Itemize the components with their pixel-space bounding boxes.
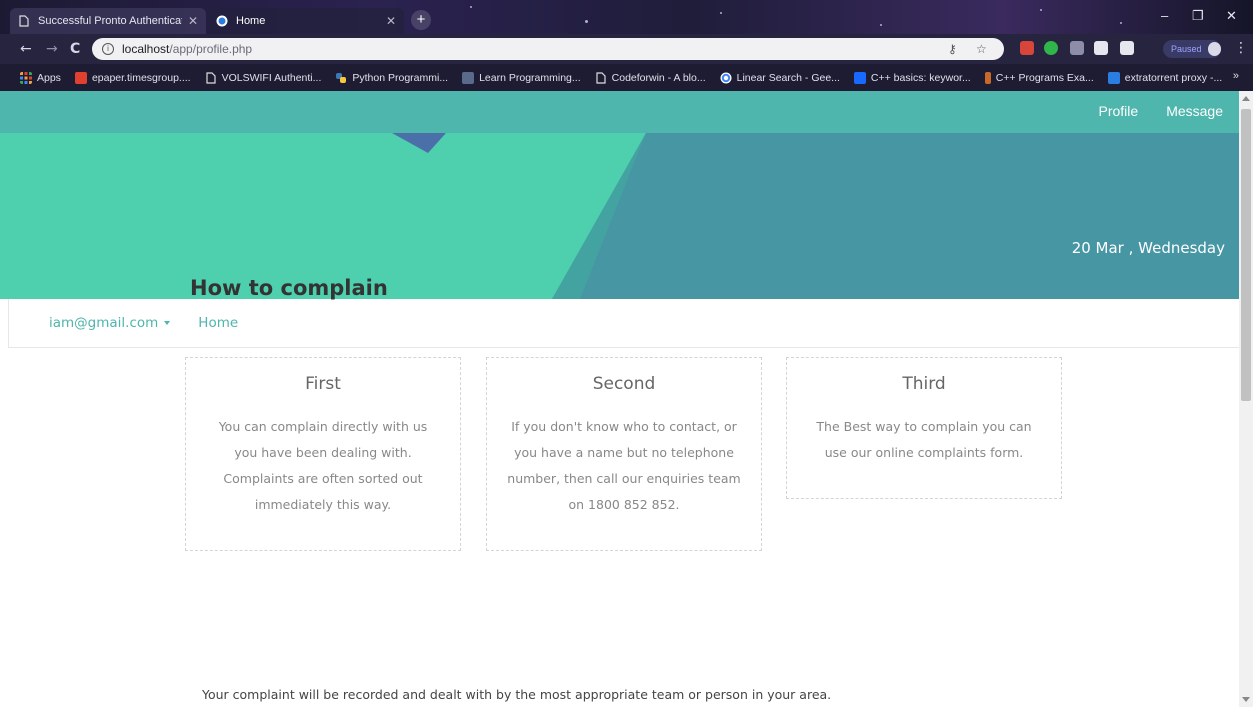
scroll-thumb[interactable] <box>1241 109 1251 401</box>
card-body: The Best way to complain you can use our… <box>816 419 1032 460</box>
page-title: How to complain <box>190 276 388 300</box>
learn-icon <box>462 71 475 84</box>
bookmark-volswifi[interactable]: VOLSWIFI Authenti... <box>205 71 322 84</box>
bookmark-python[interactable]: Python Programmi... <box>335 72 448 84</box>
bookmark-label: Python Programmi... <box>352 71 449 84</box>
behance-icon <box>853 71 866 84</box>
url-path: /app/profile.php <box>169 42 253 56</box>
step-card-first: First You can complain directly with us … <box>185 357 461 551</box>
card-heading: Third <box>902 374 946 394</box>
bookmark-cpp-basics[interactable]: C++ basics: keywor... <box>853 71 971 84</box>
menu-icon[interactable]: ⋮ <box>1234 40 1248 56</box>
bookmarks-bar: Apps epaper.timesgroup.... VOLSWIFI Auth… <box>0 64 1253 91</box>
globe-icon <box>216 15 228 27</box>
cpp-icon <box>984 71 991 84</box>
apps-grid-icon <box>20 71 32 84</box>
close-window-icon[interactable]: ✕ <box>1226 8 1237 24</box>
info-icon[interactable]: i <box>102 43 114 55</box>
hero-banner: 20 Mar , Wednesday <box>0 133 1239 299</box>
bookmark-codeforwin[interactable]: Codeforwin - A blo... <box>595 72 706 84</box>
user-email: iam@gmail.com <box>49 315 159 331</box>
minimize-icon[interactable]: – <box>1161 8 1168 23</box>
bookmark-label: Apps <box>37 71 61 84</box>
avatar <box>1207 42 1221 56</box>
bookmark-label: extratorrent proxy -... <box>1124 71 1223 84</box>
bookmark-star-icon[interactable]: ☆ <box>976 42 987 56</box>
close-tab-icon[interactable]: ✕ <box>188 14 198 28</box>
user-dropdown[interactable]: iam@gmail.com <box>49 315 171 331</box>
bookmark-cpp-programs[interactable]: C++ Programs Exa... <box>984 71 1094 84</box>
page-scrollbar[interactable] <box>1239 91 1253 707</box>
step-card-third: Third The Best way to complain you can u… <box>786 357 1062 499</box>
page-icon <box>205 71 216 84</box>
bookmark-epaper[interactable]: epaper.timesgroup.... <box>74 71 191 84</box>
pdf-extension-icon[interactable] <box>1020 41 1034 55</box>
reload-icon[interactable]: C <box>70 41 80 57</box>
bookmark-label: Linear Search - Gee... <box>736 71 840 84</box>
maximize-icon[interactable]: ❐ <box>1192 8 1204 24</box>
omnibar: ← → C i localhost /app/profile.php ⚷ ☆ <box>0 34 1253 64</box>
complaint-footnote: Your complaint will be recorded and deal… <box>202 687 832 702</box>
tab-title: Successful Pronto Authentication <box>38 15 182 27</box>
address-bar[interactable]: i localhost /app/profile.php ⚷ ☆ <box>92 38 1004 60</box>
bookmark-linear-search[interactable]: Linear Search - Gee... <box>720 72 840 84</box>
card-body: You can complain directly with us you ha… <box>218 419 428 512</box>
key-icon[interactable]: ⚷ <box>948 42 957 56</box>
page-icon <box>596 71 606 84</box>
tab-successful-pronto[interactable]: Successful Pronto Authentication ✕ <box>10 8 206 34</box>
epaper-icon <box>74 71 87 84</box>
profile-paused-button[interactable]: Paused <box>1163 40 1221 58</box>
bookmark-label: epaper.timesgroup.... <box>91 71 191 84</box>
browser-tab-strip: Successful Pronto Authentication ✕ Home … <box>0 0 1253 34</box>
secondary-navbar: iam@gmail.com Home <box>8 299 1239 348</box>
bookmark-label: C++ Programs Exa... <box>995 71 1094 84</box>
url-host: localhost <box>122 42 170 56</box>
home-link[interactable]: Home <box>198 315 238 331</box>
bookmark-apps[interactable]: Apps <box>20 71 61 84</box>
new-tab-button[interactable]: + <box>411 10 431 30</box>
bookmark-label: Codeforwin - A blo... <box>611 71 706 84</box>
scroll-up-icon[interactable] <box>1242 96 1250 101</box>
card-heading: Second <box>592 374 656 394</box>
tab-title: Home <box>236 15 266 27</box>
forward-arrow-icon[interactable]: → <box>46 41 58 57</box>
top-navbar: Profile Message <box>0 91 1239 133</box>
python-icon <box>336 72 347 83</box>
bookmark-label: VOLSWIFI Authenti... <box>221 71 322 84</box>
page-icon <box>19 15 29 27</box>
grammarly-extension-icon[interactable] <box>1044 41 1058 55</box>
bookmark-learn-programming[interactable]: Learn Programming... <box>462 71 581 84</box>
nav-profile-link[interactable]: Profile <box>1099 103 1139 119</box>
paused-label: Paused <box>1171 44 1202 54</box>
close-tab-icon[interactable]: ✕ <box>386 14 396 28</box>
bookmark-extratorrent[interactable]: extratorrent proxy -... <box>1107 71 1223 84</box>
s-icon <box>1107 71 1120 84</box>
google-icon <box>720 72 732 83</box>
bookmarks-overflow-icon[interactable]: » <box>1233 70 1239 82</box>
scroll-down-icon[interactable] <box>1242 697 1250 702</box>
bookmark-label: Learn Programming... <box>479 71 581 84</box>
extension-icon[interactable] <box>1094 41 1108 55</box>
back-arrow-icon[interactable]: ← <box>20 41 32 57</box>
page-viewport: Profile Message 20 Mar , Wednesday iam@g… <box>0 91 1239 707</box>
hero-background <box>0 133 1239 299</box>
tab-home[interactable]: Home ✕ <box>208 8 404 34</box>
card-body: If you don't know who to contact, or you… <box>507 419 741 512</box>
caret-down-icon <box>164 321 171 325</box>
bookmark-label: C++ basics: keywor... <box>870 71 971 84</box>
step-card-second: Second If you don't know who to contact,… <box>486 357 762 551</box>
extension-icon[interactable] <box>1070 41 1084 55</box>
card-heading: First <box>305 374 341 394</box>
nav-message-link[interactable]: Message <box>1166 103 1223 119</box>
current-date: 20 Mar , Wednesday <box>1071 239 1225 257</box>
extension-icon[interactable] <box>1120 41 1134 55</box>
